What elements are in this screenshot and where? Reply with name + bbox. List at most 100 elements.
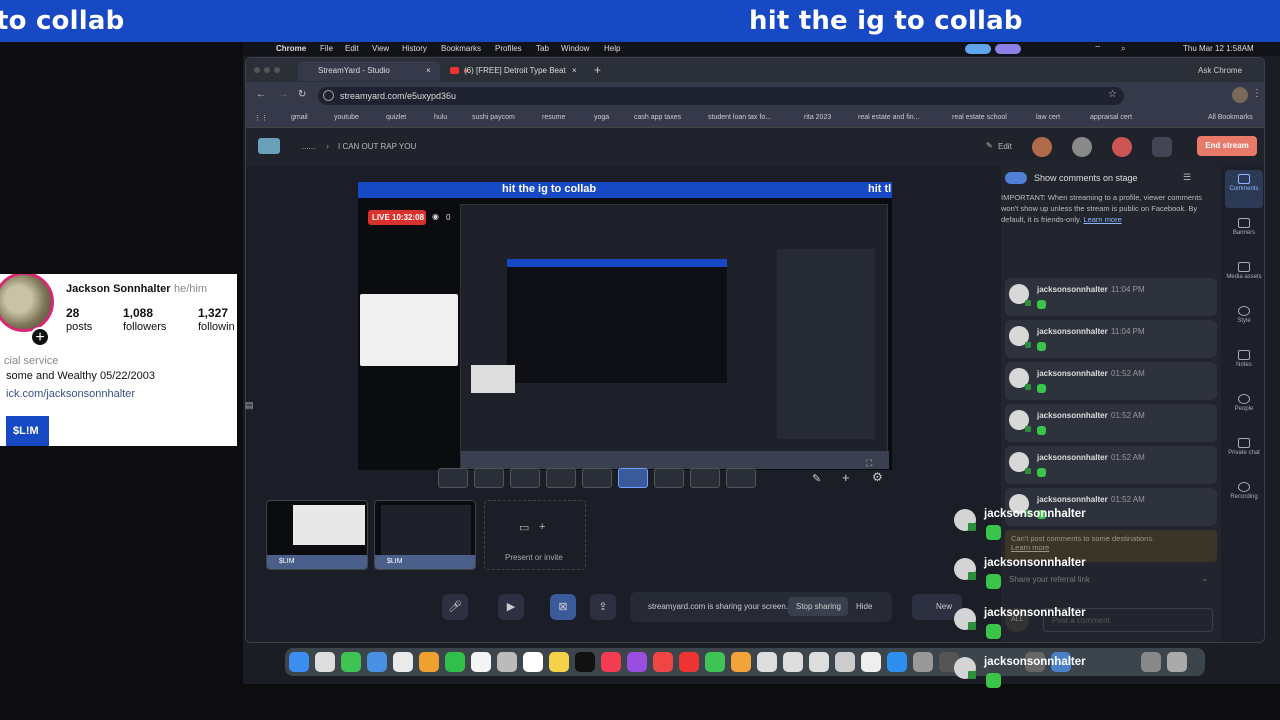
- app-store-icon[interactable]: [887, 652, 907, 672]
- bookmark-hulu[interactable]: hulu: [434, 114, 447, 121]
- menu-edit[interactable]: Edit: [345, 44, 359, 53]
- menu-window[interactable]: Window: [561, 44, 589, 53]
- launchpad-icon[interactable]: [315, 652, 335, 672]
- comment-item[interactable]: jacksonsonnhalter 01:52 AM: [1005, 362, 1217, 400]
- edit-layout-icon[interactable]: ✎: [812, 472, 821, 485]
- bookmark-star-icon[interactable]: ☆: [1108, 89, 1117, 100]
- calendar-icon[interactable]: [471, 652, 491, 672]
- bookmark-real-estate-fin[interactable]: real estate and fin...: [858, 114, 919, 121]
- menu-file[interactable]: File: [320, 44, 333, 53]
- bookmark-gmail[interactable]: gmail: [291, 114, 308, 121]
- filter-icon[interactable]: ☰: [1183, 172, 1191, 183]
- source-thumbnail[interactable]: $LIM: [266, 500, 368, 570]
- app-icon[interactable]: [757, 652, 777, 672]
- all-bookmarks[interactable]: All Bookmarks: [1208, 114, 1253, 121]
- menu-view[interactable]: View: [372, 44, 389, 53]
- settings-gear-icon[interactable]: ⚙: [872, 470, 883, 484]
- side-people-button[interactable]: People: [1225, 390, 1263, 428]
- destination-avatar[interactable]: [1032, 137, 1052, 157]
- destination-avatar[interactable]: [1152, 137, 1172, 157]
- menu-profiles[interactable]: Profiles: [495, 44, 522, 53]
- side-comments-button[interactable]: Comments: [1225, 170, 1263, 208]
- breadcrumb-dots[interactable]: ......: [302, 142, 315, 151]
- maps-icon[interactable]: [393, 652, 413, 672]
- layout-screen-only[interactable]: [690, 468, 720, 488]
- menubar-app-name[interactable]: Chrome: [276, 44, 306, 53]
- hide-button[interactable]: Hide: [856, 602, 872, 611]
- tab-close-icon[interactable]: ×: [426, 66, 431, 75]
- window-zoom-icon[interactable]: [274, 67, 280, 73]
- numbers-icon[interactable]: [705, 652, 725, 672]
- side-media-button[interactable]: Media assets: [1225, 258, 1263, 296]
- camera-button[interactable]: ▶: [498, 594, 524, 620]
- comment-item[interactable]: jacksonsonnhalter 11:04 PM: [1005, 320, 1217, 358]
- search-icon[interactable]: ⌕: [1121, 44, 1125, 54]
- app-icon[interactable]: [679, 652, 699, 672]
- source-thumbnail[interactable]: $LIM: [374, 500, 476, 570]
- fullscreen-icon[interactable]: ⛶: [866, 458, 872, 469]
- chevron-down-icon[interactable]: ⌄: [1201, 573, 1209, 584]
- control-center-icon[interactable]: [965, 44, 991, 54]
- new-tab-button[interactable]: +: [594, 63, 601, 77]
- layout-screen-selected[interactable]: [618, 468, 648, 488]
- wifi-icon[interactable]: ⌔: [1094, 44, 1102, 54]
- layout-pip[interactable]: [582, 468, 612, 488]
- streamyard-logo[interactable]: [258, 138, 280, 154]
- chrome-dock-icon[interactable]: [861, 652, 881, 672]
- bookmark-sushi-paycom[interactable]: sushi paycom: [472, 114, 515, 121]
- layout-solo[interactable]: [438, 468, 468, 488]
- app-icon[interactable]: [809, 652, 829, 672]
- podcasts-icon[interactable]: [627, 652, 647, 672]
- bookmark-cash-app-taxes[interactable]: cash app taxes: [634, 114, 681, 121]
- notice-learn-more[interactable]: Learn more: [1083, 215, 1121, 224]
- tab-youtube[interactable]: (6) [FREE] Detroit Type Beat ×: [444, 61, 590, 81]
- side-private-chat-button[interactable]: Private chat: [1225, 434, 1263, 472]
- layout-cinema[interactable]: [726, 468, 756, 488]
- ask-chrome-button[interactable]: Ask Chrome: [1198, 66, 1242, 75]
- messages-icon[interactable]: [341, 652, 361, 672]
- url-field[interactable]: streamyard.com/e5uxypd36u ☆: [318, 87, 1124, 105]
- menubar-clock[interactable]: Thu Mar 12 1:58AM: [1183, 44, 1254, 53]
- app-icon[interactable]: [835, 652, 855, 672]
- app-icon[interactable]: [783, 652, 803, 672]
- bookmark-appraisal-cert[interactable]: appraisal cert: [1090, 114, 1132, 121]
- window-close-icon[interactable]: [254, 67, 260, 73]
- bookmark-quizlet[interactable]: quizlet: [386, 114, 406, 121]
- contacts-icon[interactable]: [497, 652, 517, 672]
- edit-button[interactable]: Edit: [998, 142, 1012, 151]
- end-stream-button[interactable]: End stream: [1197, 136, 1257, 156]
- bookmark-youtube[interactable]: youtube: [334, 114, 359, 121]
- notes-app-icon[interactable]: [549, 652, 569, 672]
- profile-avatar[interactable]: [1232, 87, 1248, 103]
- destination-avatar[interactable]: [1112, 137, 1132, 157]
- menu-history[interactable]: History: [402, 44, 427, 53]
- chrome-menu-icon[interactable]: ⋮: [1252, 88, 1262, 99]
- tab-close-icon[interactable]: ×: [572, 66, 577, 75]
- screen-share-icon[interactable]: [995, 44, 1021, 54]
- tab-streamyard[interactable]: StreamYard - Studio ● ×: [298, 61, 469, 81]
- broadcast-title[interactable]: I CAN OUT RAP YOU: [338, 142, 416, 151]
- site-info-icon[interactable]: [323, 90, 334, 101]
- side-style-button[interactable]: Style: [1225, 302, 1263, 340]
- comment-item[interactable]: jacksonsonnhalter 11:04 PM: [1005, 278, 1217, 316]
- stop-sharing-button[interactable]: Stop sharing: [788, 597, 848, 616]
- bookmark-yoga[interactable]: yoga: [594, 114, 609, 121]
- present-or-invite-button[interactable]: ▭ + Present or invite: [484, 500, 586, 570]
- side-banners-button[interactable]: Banners: [1225, 214, 1263, 252]
- photos-icon[interactable]: [419, 652, 439, 672]
- window-minimize-icon[interactable]: [264, 67, 270, 73]
- share-screen-button[interactable]: ⊠: [550, 594, 576, 620]
- downloads-icon[interactable]: [1141, 652, 1161, 672]
- system-settings-icon[interactable]: [913, 652, 933, 672]
- reminders-icon[interactable]: [523, 652, 543, 672]
- facetime-icon[interactable]: [445, 652, 465, 672]
- edit-icon[interactable]: ✎: [986, 141, 993, 150]
- destination-avatar[interactable]: [1072, 137, 1092, 157]
- music-icon[interactable]: [601, 652, 621, 672]
- layout-screen-thumb[interactable]: [654, 468, 684, 488]
- bookmark-law-cert[interactable]: law cert: [1036, 114, 1060, 121]
- back-icon[interactable]: ←: [256, 89, 266, 100]
- bookmark-resume[interactable]: resume: [542, 114, 565, 121]
- apps-grid-icon[interactable]: ⋮⋮: [254, 114, 268, 122]
- menu-help[interactable]: Help: [604, 44, 620, 53]
